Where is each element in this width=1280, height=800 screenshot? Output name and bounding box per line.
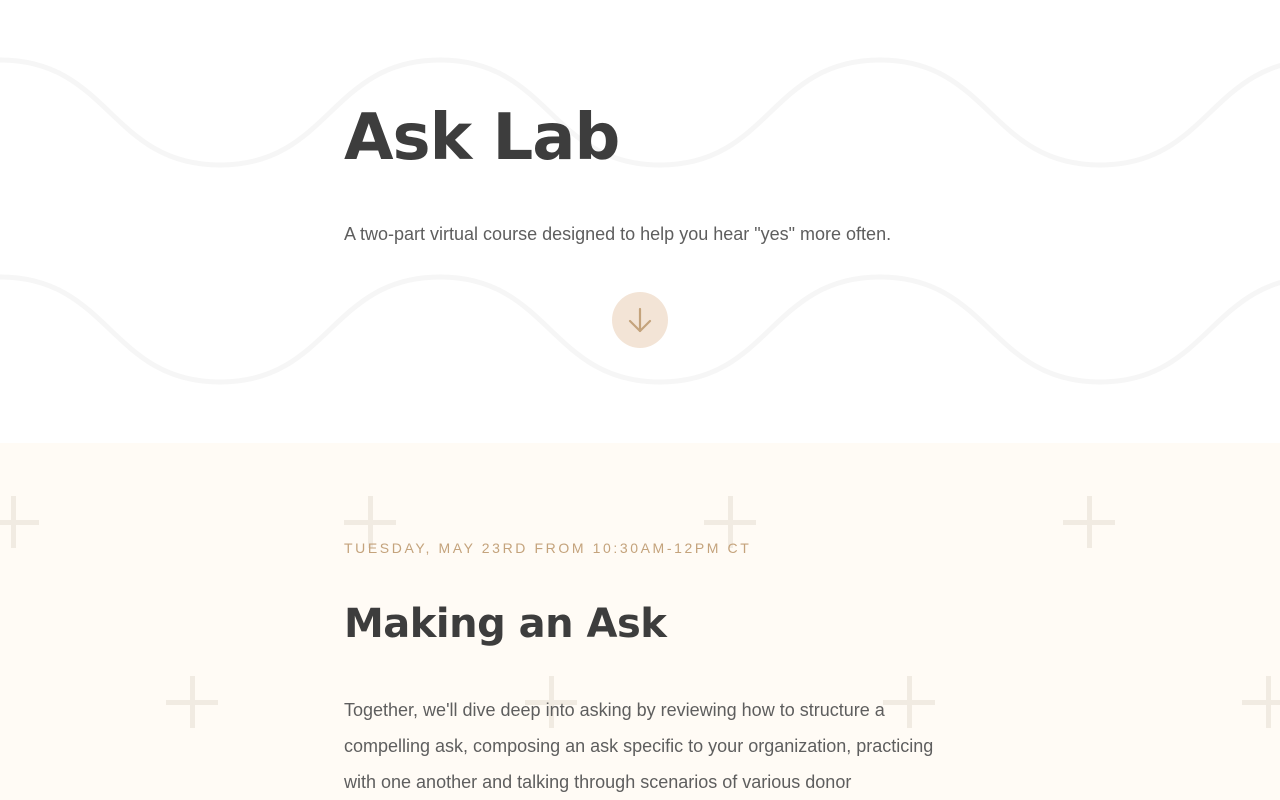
- hero-subtitle: A two-part virtual course designed to he…: [344, 224, 892, 244]
- event-description: Together, we'll dive deep into asking by…: [344, 700, 934, 792]
- arrow-down-icon: [628, 307, 652, 333]
- plus-icon: [1242, 676, 1280, 728]
- hero-section: Ask Lab A two-part virtual course design…: [0, 0, 1280, 443]
- event-date: Tuesday, May 23rd from 10:30am-12pm CT: [344, 540, 752, 556]
- plus-icon: [0, 496, 39, 548]
- page-title: Ask Lab: [344, 101, 620, 175]
- plus-icon: [166, 676, 218, 728]
- scroll-down-button[interactable]: [612, 292, 668, 348]
- plus-icon: [1063, 496, 1115, 548]
- event-section: Tuesday, May 23rd from 10:30am-12pm CT M…: [0, 443, 1280, 800]
- event-title: Making an Ask: [344, 601, 667, 647]
